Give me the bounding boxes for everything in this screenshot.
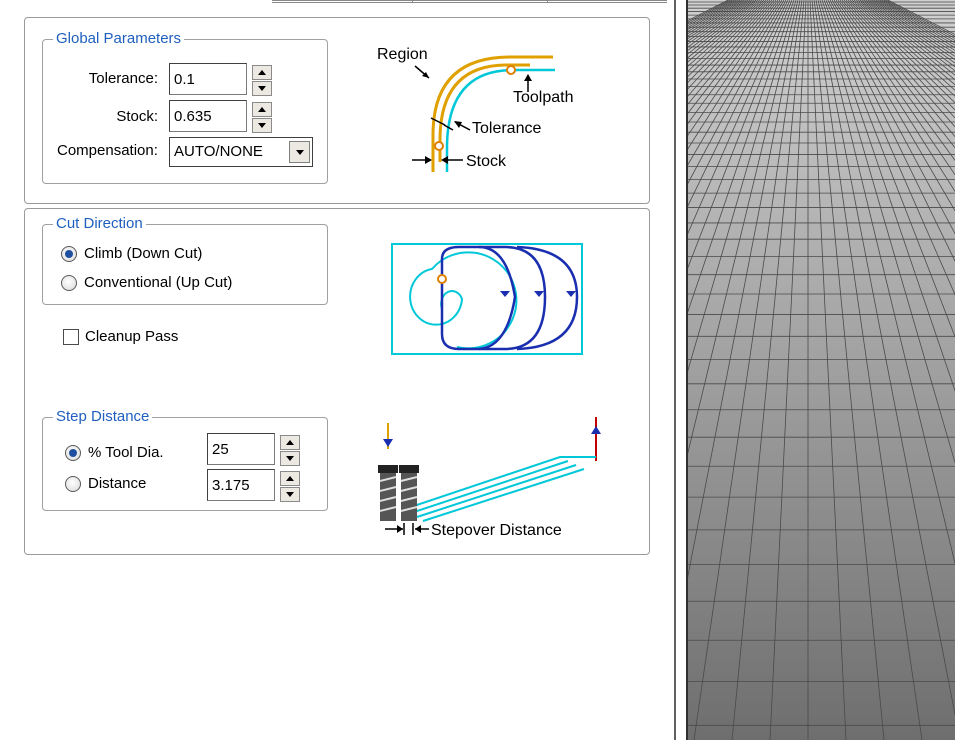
percent-tool-dia-input[interactable] <box>207 433 275 465</box>
compensation-value: AUTO/NONE <box>174 143 263 160</box>
percent-tool-dia-label: % Tool Dia. <box>88 444 164 461</box>
direction-arrow <box>566 291 576 297</box>
arrow-down-icon <box>286 492 294 497</box>
end-mill-tool-2 <box>399 465 419 521</box>
step-distance-title: Step Distance <box>53 408 153 426</box>
percent-tool-dia-spinner[interactable] <box>280 435 300 467</box>
cleanup-pass-checkbox[interactable] <box>63 329 79 345</box>
tolerance-label: Tolerance <box>472 120 541 137</box>
toolpath-point <box>506 65 516 75</box>
cut-direction-diagram <box>391 243 583 355</box>
dropdown-button[interactable] <box>289 141 310 163</box>
arrow-head <box>397 525 403 533</box>
arrow-up-icon <box>258 70 266 75</box>
tab-strip-edge <box>272 0 667 3</box>
cut-direction-title: Cut Direction <box>53 215 146 233</box>
percent-increment-button[interactable] <box>280 435 300 450</box>
region-inner-curve <box>438 63 530 162</box>
end-mill-tool-1 <box>378 465 398 521</box>
pass-3 <box>416 464 577 518</box>
distance-radio[interactable] <box>65 476 81 492</box>
cut-loop-3 <box>516 245 579 351</box>
tolerance-label: Tolerance: <box>88 70 158 87</box>
perspective-grid <box>0 0 955 741</box>
tolerance-decrement-button[interactable] <box>252 81 272 96</box>
distance-label: Distance <box>88 475 147 492</box>
distance-decrement-button[interactable] <box>280 487 300 502</box>
approach-arrow <box>383 439 393 447</box>
direction-arrow <box>534 291 544 297</box>
chevron-down-icon <box>295 149 304 155</box>
cut-loop-1 <box>440 245 517 351</box>
global-parameters-panel: Global Parameters Tolerance: Stock: Comp… <box>24 17 650 204</box>
spiral-path <box>409 251 518 350</box>
toolpath-label: Toolpath <box>513 89 574 106</box>
cleanup-pass-label: Cleanup Pass <box>85 328 179 345</box>
arrow-down-icon <box>258 123 266 128</box>
direction-arrow <box>500 291 510 297</box>
stock-point <box>434 141 444 151</box>
pocket-boundary <box>391 243 583 355</box>
stock-increment-button[interactable] <box>252 102 272 117</box>
distance-increment-button[interactable] <box>280 471 300 486</box>
compensation-label: Compensation: <box>57 142 158 159</box>
pass-2 <box>410 460 569 514</box>
conventional-label: Conventional (Up Cut) <box>84 274 233 291</box>
climb-label: Climb (Down Cut) <box>84 245 203 262</box>
cut-direction-group: Cut Direction Climb (Down Cut) Conventio… <box>42 215 328 305</box>
region-label: Region <box>377 46 428 63</box>
global-parameters-group: Global Parameters Tolerance: Stock: Comp… <box>42 30 328 184</box>
stepover-distance-label: Stepover Distance <box>431 522 562 539</box>
global-parameters-title: Global Parameters <box>53 30 185 48</box>
climb-radio[interactable] <box>61 246 77 262</box>
arrow-up-icon <box>286 440 294 445</box>
retract-arrow <box>591 426 601 434</box>
percent-tool-dia-radio[interactable] <box>65 445 81 461</box>
stock-label: Stock: <box>116 108 158 125</box>
arrow-head <box>425 156 432 164</box>
arrow-up-icon <box>286 476 294 481</box>
entry-point <box>437 274 447 284</box>
compensation-select[interactable]: AUTO/NONE <box>169 137 313 167</box>
percent-decrement-button[interactable] <box>280 451 300 466</box>
stepover-dimension <box>385 523 429 535</box>
arrow-down-icon <box>286 456 294 461</box>
cut-loop-2 <box>479 245 547 351</box>
conventional-radio[interactable] <box>61 275 77 291</box>
stepover-diagram: Stepover Distance <box>378 417 601 539</box>
stock-decrement-button[interactable] <box>252 118 272 133</box>
cutting-options-panel: Cut Direction Climb (Down Cut) Conventio… <box>24 208 650 555</box>
stock-label: Stock <box>466 153 507 170</box>
distance-spinner[interactable] <box>280 471 300 503</box>
arrow-up-icon <box>258 107 266 112</box>
step-distance-group: Step Distance % Tool Dia. Distance <box>42 408 328 511</box>
arrow-head <box>415 525 421 533</box>
arrow-head <box>441 156 448 164</box>
tolerance-diagram: Region Toolpath Tolerance Stock <box>377 46 574 172</box>
tolerance-increment-button[interactable] <box>252 65 272 80</box>
arrow-head <box>524 74 532 81</box>
pocket-parameters-dialog: Global Parameters Tolerance: Stock: Comp… <box>0 0 676 740</box>
arrow-down-icon <box>258 86 266 91</box>
stock-spinner[interactable] <box>252 102 272 134</box>
3d-viewport[interactable] <box>0 0 955 741</box>
tolerance-input[interactable] <box>169 63 247 95</box>
stock-input[interactable] <box>169 100 247 132</box>
tolerance-spinner[interactable] <box>252 65 272 97</box>
distance-input[interactable] <box>207 469 275 501</box>
